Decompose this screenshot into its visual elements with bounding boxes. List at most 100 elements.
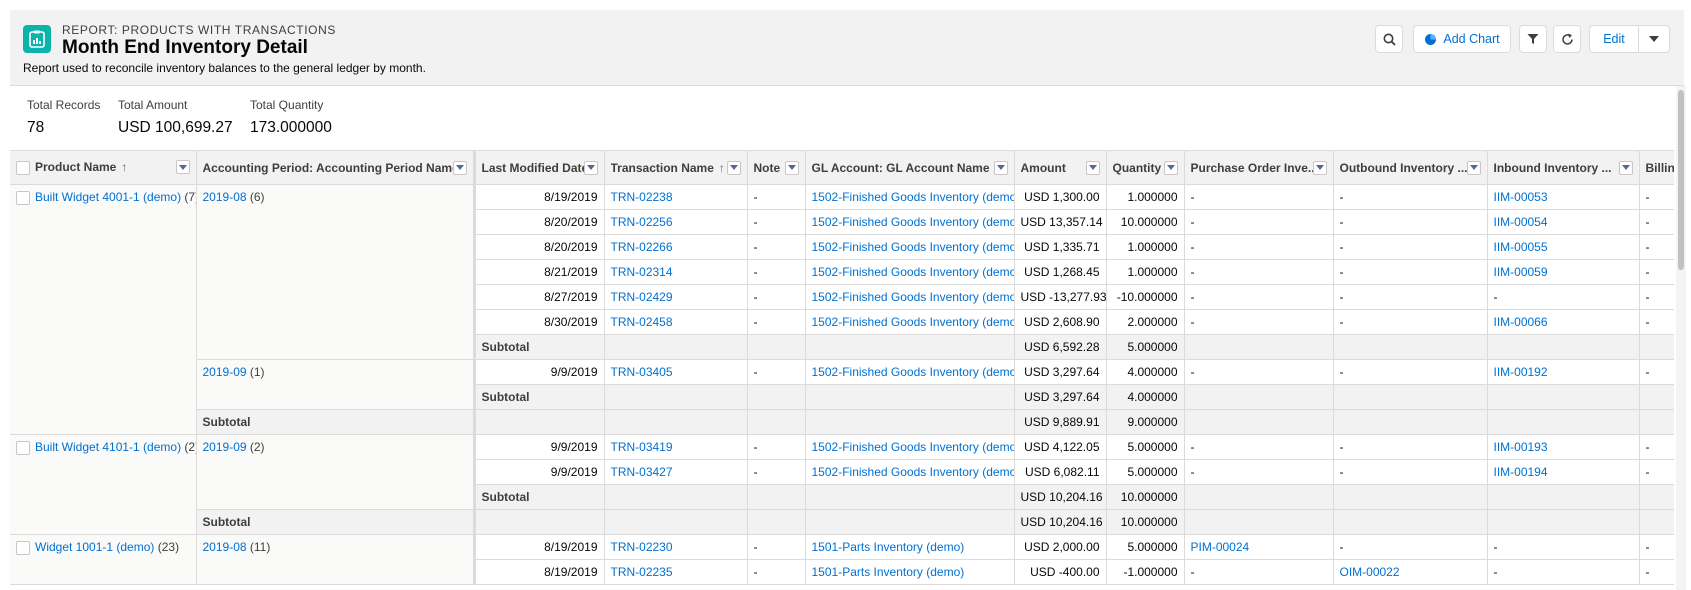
product-link[interactable]: Built Widget 4101-1 (demo) bbox=[35, 440, 181, 454]
cell-outbound: - bbox=[1333, 234, 1488, 260]
filter-icon bbox=[1527, 34, 1539, 44]
gl-account-link[interactable]: 1502-Finished Goods Inventory (demo) bbox=[812, 440, 1014, 454]
cell-outbound: - bbox=[1333, 359, 1488, 385]
cell-quantity: 10.000000 bbox=[1106, 209, 1185, 235]
vertical-scrollbar[interactable] bbox=[1676, 86, 1686, 590]
inbound-link[interactable]: IIM-00053 bbox=[1494, 190, 1548, 204]
select-all-checkbox[interactable] bbox=[16, 160, 30, 175]
period-link[interactable]: 2019-08 bbox=[203, 190, 247, 204]
total-amount-label: Total Amount bbox=[118, 98, 188, 112]
product-link[interactable]: Built Widget 4001-1 (demo) bbox=[35, 190, 181, 204]
more-actions-button[interactable] bbox=[1638, 25, 1670, 53]
col-header-last-modified-date[interactable]: Last Modified Date bbox=[474, 150, 605, 185]
column-menu-icon[interactable] bbox=[1618, 160, 1633, 175]
add-chart-button[interactable]: Add Chart bbox=[1413, 25, 1511, 53]
outbound-link[interactable]: OIM-00022 bbox=[1340, 565, 1400, 579]
period-link[interactable]: 2019-09 bbox=[203, 365, 247, 379]
purchase-order-link[interactable]: PIM-00024 bbox=[1191, 540, 1250, 554]
inbound-link[interactable]: IIM-00193 bbox=[1494, 440, 1548, 454]
transaction-link[interactable]: TRN-02458 bbox=[611, 315, 673, 329]
col-header-note[interactable]: Note bbox=[747, 150, 806, 185]
transaction-link[interactable]: TRN-02235 bbox=[611, 565, 673, 579]
period-link[interactable]: 2019-08 bbox=[203, 540, 247, 554]
cell-quantity: -1.000000 bbox=[1106, 559, 1185, 585]
column-menu-icon[interactable] bbox=[726, 160, 741, 175]
cell-amount: USD 1,335.71 bbox=[1014, 234, 1107, 260]
gl-account-link[interactable]: 1501-Parts Inventory (demo) bbox=[812, 565, 965, 579]
transaction-link[interactable]: TRN-02256 bbox=[611, 215, 673, 229]
column-menu-icon[interactable] bbox=[452, 160, 467, 175]
page-title: Month End Inventory Detail bbox=[62, 37, 308, 58]
filter-button[interactable] bbox=[1519, 25, 1547, 53]
col-header-accounting-period[interactable]: Accounting Period: Accounting Period Nam… bbox=[196, 150, 476, 185]
cell-quantity: 1.000000 bbox=[1106, 184, 1185, 210]
inbound-link[interactable]: IIM-00054 bbox=[1494, 215, 1548, 229]
row-checkbox[interactable] bbox=[16, 190, 30, 205]
cell-outbound: - bbox=[1333, 459, 1488, 485]
subtotal-label: Subtotal bbox=[474, 384, 605, 410]
col-header-purchase-order[interactable]: Purchase Order Inve... bbox=[1184, 150, 1334, 185]
cell-date: 8/19/2019 bbox=[474, 184, 605, 210]
column-menu-icon[interactable] bbox=[583, 160, 598, 175]
column-menu-icon[interactable] bbox=[1163, 160, 1178, 175]
scrollbar-thumb[interactable] bbox=[1678, 90, 1684, 270]
inbound-link[interactable]: IIM-00066 bbox=[1494, 315, 1548, 329]
group-count: (11) bbox=[249, 540, 271, 554]
column-menu-icon[interactable] bbox=[175, 160, 190, 175]
gl-account-link[interactable]: 1502-Finished Goods Inventory (demo) bbox=[812, 315, 1014, 329]
edit-button[interactable]: Edit bbox=[1589, 25, 1639, 53]
gl-account-link[interactable]: 1502-Finished Goods Inventory (demo) bbox=[812, 240, 1014, 254]
cell-purchase-order: - bbox=[1184, 209, 1334, 235]
gl-account-link[interactable]: 1502-Finished Goods Inventory (demo) bbox=[812, 265, 1014, 279]
transaction-link[interactable]: TRN-02266 bbox=[611, 240, 673, 254]
col-header-inbound-inventory[interactable]: Inbound Inventory ... bbox=[1487, 150, 1640, 185]
column-menu-icon[interactable] bbox=[1085, 160, 1100, 175]
subtotal-amount: USD 6,592.28 bbox=[1014, 334, 1107, 360]
report-table-container: Product Name ↑ Accounting Period: Account… bbox=[10, 150, 1674, 590]
row-checkbox[interactable] bbox=[16, 540, 30, 555]
cell-note: - bbox=[747, 284, 806, 310]
transaction-link[interactable]: TRN-02230 bbox=[611, 540, 673, 554]
cell-billing: - bbox=[1639, 259, 1674, 285]
col-header-product-name[interactable]: Product Name ↑ bbox=[10, 150, 197, 185]
gl-account-link[interactable]: 1502-Finished Goods Inventory (demo) bbox=[812, 190, 1014, 204]
transaction-link[interactable]: TRN-02314 bbox=[611, 265, 673, 279]
col-header-quantity[interactable]: Quantity bbox=[1106, 150, 1185, 185]
cell-quantity: 5.000000 bbox=[1106, 534, 1185, 560]
gl-account-link[interactable]: 1501-Parts Inventory (demo) bbox=[812, 540, 965, 554]
search-button[interactable] bbox=[1375, 25, 1403, 53]
inbound-link[interactable]: IIM-00055 bbox=[1494, 240, 1548, 254]
row-checkbox[interactable] bbox=[16, 440, 30, 455]
col-header-transaction-name[interactable]: Transaction Name ↑ bbox=[604, 150, 748, 185]
product-subtotal-row: Subtotal USD 10,204.16 10.000000 bbox=[10, 509, 1674, 535]
column-menu-icon[interactable] bbox=[1466, 160, 1481, 175]
col-header-gl-account[interactable]: GL Account: GL Account Name bbox=[805, 150, 1015, 185]
product-link[interactable]: Widget 1001-1 (demo) bbox=[35, 540, 154, 554]
col-header-outbound-inventory[interactable]: Outbound Inventory ... bbox=[1333, 150, 1488, 185]
transaction-link[interactable]: TRN-03427 bbox=[611, 465, 673, 479]
col-header-billing[interactable]: Billin bbox=[1639, 150, 1674, 185]
cell-inbound: - bbox=[1487, 559, 1640, 585]
column-menu-icon[interactable] bbox=[784, 160, 799, 175]
refresh-button[interactable] bbox=[1553, 25, 1581, 53]
transaction-link[interactable]: TRN-03405 bbox=[611, 365, 673, 379]
subtotal-quantity: 4.000000 bbox=[1106, 384, 1185, 410]
column-menu-icon[interactable] bbox=[1312, 160, 1327, 175]
transaction-link[interactable]: TRN-03419 bbox=[611, 440, 673, 454]
cell-quantity: -10.000000 bbox=[1106, 284, 1185, 310]
gl-account-link[interactable]: 1502-Finished Goods Inventory (demo) bbox=[812, 215, 1014, 229]
gl-account-link[interactable]: 1502-Finished Goods Inventory (demo) bbox=[812, 465, 1014, 479]
inbound-link[interactable]: IIM-00194 bbox=[1494, 465, 1548, 479]
inbound-link[interactable]: IIM-00192 bbox=[1494, 365, 1548, 379]
column-menu-icon[interactable] bbox=[993, 160, 1008, 175]
group-cell-period: 2019-08 (6) bbox=[196, 184, 476, 360]
transaction-link[interactable]: TRN-02238 bbox=[611, 190, 673, 204]
gl-account-link[interactable]: 1502-Finished Goods Inventory (demo) bbox=[812, 290, 1014, 304]
period-link[interactable]: 2019-09 bbox=[203, 440, 247, 454]
report-icon bbox=[23, 25, 51, 53]
col-header-amount[interactable]: Amount bbox=[1014, 150, 1107, 185]
inbound-link[interactable]: IIM-00059 bbox=[1494, 265, 1548, 279]
cell-amount: USD 4,122.05 bbox=[1014, 434, 1107, 460]
gl-account-link[interactable]: 1502-Finished Goods Inventory (demo) bbox=[812, 365, 1014, 379]
transaction-link[interactable]: TRN-02429 bbox=[611, 290, 673, 304]
